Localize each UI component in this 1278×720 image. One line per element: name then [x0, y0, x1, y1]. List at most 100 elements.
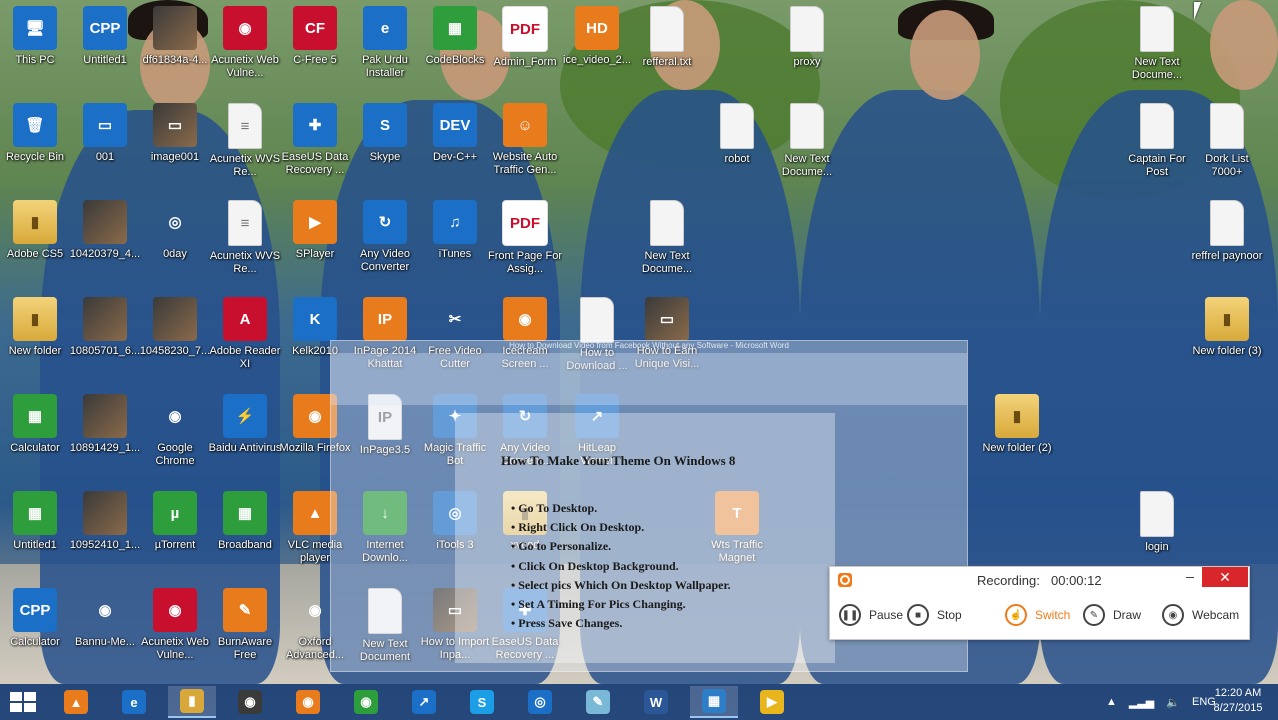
taskbar-app-firefox[interactable]: ◉ [284, 686, 332, 718]
desktop-icon[interactable]: New Text Docume... [1122, 0, 1192, 92]
desktop-icon[interactable]: 10458230_7... [140, 291, 210, 383]
desktop-icon[interactable]: ▮ New folder [0, 291, 70, 383]
app-icon: ◉ [296, 690, 320, 714]
desktop-icon[interactable]: ≡ Acunetix WVS Re... [210, 97, 280, 189]
desktop-icon-label: New Text Docume... [1131, 56, 1183, 81]
desktop-icon[interactable]: ◉ Google Chrome [140, 388, 210, 480]
taskbar: ▲ e ▮ ◉ ◉ ◉ ↗ S ◎ ✎ W ▦ ▶ ▲ ▂▃▅ 🔈 ENG 12:20 AM 8/27/… [0, 684, 1278, 720]
desktop-icon[interactable]: DEV Dev-C++ [420, 97, 490, 189]
desktop-icon[interactable]: robot [702, 97, 772, 189]
desktop-icon[interactable]: 10805701_6... [70, 291, 140, 383]
start-button[interactable] [10, 692, 36, 712]
background-face [1210, 0, 1278, 90]
desktop-icon[interactable]: HD ice_video_2... [562, 0, 632, 92]
desktop-icon[interactable]: ◉ Acunetix Web Vulne... [210, 0, 280, 92]
desktop-icon[interactable]: S Skype [350, 97, 420, 189]
taskbar-app-hitleap[interactable]: ↗ [400, 686, 448, 718]
desktop-icon[interactable]: 🗑 Recycle Bin [0, 97, 70, 189]
desktop-icon[interactable]: 🖥 This PC [0, 0, 70, 92]
desktop-icon-label: Admin_Form [493, 56, 557, 68]
desktop-icon[interactable]: CPP Untitled1 [70, 0, 140, 92]
app-icon: ◉ [354, 690, 378, 714]
desktop-icon-image: ≡ [228, 103, 262, 149]
taskbar-app-file-explorer[interactable]: ▮ [168, 686, 216, 718]
desktop-icon-label: reffrel paynoor [1191, 250, 1263, 262]
taskbar-app-skype[interactable]: S [458, 686, 506, 718]
desktop-icon-image: ▦ [433, 6, 477, 50]
word-bullet-item: Set A Timing For Pics Changing. [511, 597, 731, 616]
desktop-icon[interactable]: ▮ Adobe CS5 [0, 194, 70, 286]
taskbar-app-media[interactable]: ◉ [226, 686, 274, 718]
desktop-icon-label: Website Auto Traffic Gen... [492, 151, 558, 176]
recorder-minimize-button[interactable]: – [1180, 567, 1200, 587]
desktop-icon[interactable]: ▦ CodeBlocks [420, 0, 490, 92]
desktop-icon[interactable]: New Text Docume... [632, 194, 702, 286]
desktop-icon[interactable]: ▦ Calculator [0, 388, 70, 480]
desktop-icon[interactable]: ◉ Bannu-Me... [70, 582, 140, 674]
taskbar-app-itools[interactable]: ◎ [516, 686, 564, 718]
desktop-icon[interactable]: ▭ 001 [70, 97, 140, 189]
desktop-icon[interactable]: ◉ Acunetix Web Vulne... [140, 582, 210, 674]
tray-expand-icon[interactable]: ▲ [1106, 696, 1117, 708]
desktop-icon-image: ▦ [13, 491, 57, 535]
pause-button[interactable]: ❚❚ Pause [839, 603, 903, 627]
desktop-icon[interactable]: df61834a-4... [140, 0, 210, 92]
webcam-button[interactable]: ◉ Webcam [1162, 603, 1239, 627]
switch-button[interactable]: ☝ Switch [1005, 603, 1070, 627]
desktop-icon[interactable]: PDF Front Page For Assig... [488, 194, 562, 286]
taskbar-app-chrome[interactable]: ◉ [342, 686, 390, 718]
desktop-icon-image: 🗑 [13, 103, 57, 147]
desktop-icon[interactable]: ▭ image001 [140, 97, 210, 189]
taskbar-app-vlc[interactable]: ▲ [52, 686, 100, 718]
desktop-icon-label: Adobe Reader XI [209, 345, 281, 370]
desktop-icon-image: ▭ [83, 103, 127, 147]
desktop-icon[interactable]: ✎ BurnAware Free [210, 582, 280, 674]
desktop-icon[interactable]: refferal.txt [632, 0, 702, 92]
desktop-icon-image [1140, 103, 1174, 149]
desktop-icon[interactable]: login [1122, 485, 1192, 577]
desktop-icon[interactable]: ⚡ Baidu Antivirus [209, 388, 281, 480]
desktop-icon-label: C-Free 5 [293, 54, 337, 66]
desktop-icon[interactable]: ▶ SPlayer [280, 194, 350, 286]
desktop-icon[interactable]: proxy [772, 0, 842, 92]
desktop-icon[interactable]: Dork List 7000+ [1192, 97, 1262, 189]
desktop-icon[interactable]: ▦ Untitled1 [0, 485, 70, 577]
desktop-icon[interactable]: 10420379_4... [70, 194, 140, 286]
system-clock[interactable]: 12:20 AM 8/27/2015 [1206, 686, 1270, 716]
desktop-icon[interactable]: CPP Calculator [0, 582, 70, 674]
desktop-icon[interactable]: PDF Admin_Form [490, 0, 560, 92]
stop-button[interactable]: ■ Stop [907, 603, 962, 627]
taskbar-app-control-panel[interactable]: ▦ [690, 686, 738, 718]
desktop-icon[interactable]: ▮ New folder (3) [1192, 291, 1262, 383]
desktop-icon[interactable]: ≡ Acunetix WVS Re... [210, 194, 280, 286]
draw-button[interactable]: ✎ Draw [1083, 603, 1141, 627]
desktop-icon-label: Dev-C++ [432, 151, 478, 163]
desktop-icon[interactable]: e Pak Urdu Installer [350, 0, 420, 92]
app-icon: S [470, 690, 494, 714]
taskbar-app-notepad[interactable]: ✎ [574, 686, 622, 718]
volume-icon[interactable]: 🔈 [1166, 696, 1180, 709]
desktop-icon[interactable]: ◎ 0day [140, 194, 210, 286]
desktop-icon[interactable]: New Text Docume... [772, 97, 842, 189]
desktop-icon[interactable]: ↻ Any Video Converter [350, 194, 420, 286]
desktop-icon[interactable]: µ µTorrent [140, 485, 210, 577]
desktop-icon[interactable]: ♫ iTunes [420, 194, 490, 286]
desktop-icon[interactable]: reffrel paynoor [1192, 194, 1262, 286]
network-icon[interactable]: ▂▃▅ [1129, 696, 1154, 709]
desktop-icon-image [1210, 103, 1244, 149]
desktop-icon[interactable]: ☺ Website Auto Traffic Gen... [490, 97, 560, 189]
desktop-icon[interactable]: CF C-Free 5 [280, 0, 350, 92]
desktop-icon-label: Recycle Bin [5, 151, 65, 163]
desktop-icon[interactable]: ▮ New folder (2) [982, 388, 1052, 480]
desktop-icon[interactable]: 10952410_1... [70, 485, 140, 577]
taskbar-app-internet-explorer[interactable]: e [110, 686, 158, 718]
recorder-close-button[interactable]: ✕ [1202, 567, 1248, 587]
taskbar-app-word[interactable]: W [632, 686, 680, 718]
windows-logo-icon [24, 692, 36, 701]
taskbar-app-icecream[interactable]: ▶ [748, 686, 796, 718]
desktop-icon[interactable]: 10891429_1... [70, 388, 140, 480]
desktop-icon[interactable]: ▦ Broadband [210, 485, 280, 577]
desktop-icon[interactable]: A Adobe Reader XI [210, 291, 280, 383]
desktop-icon[interactable]: ✚ EaseUS Data Recovery ... [280, 97, 350, 189]
desktop-icon[interactable]: Captain For Post [1122, 97, 1192, 189]
